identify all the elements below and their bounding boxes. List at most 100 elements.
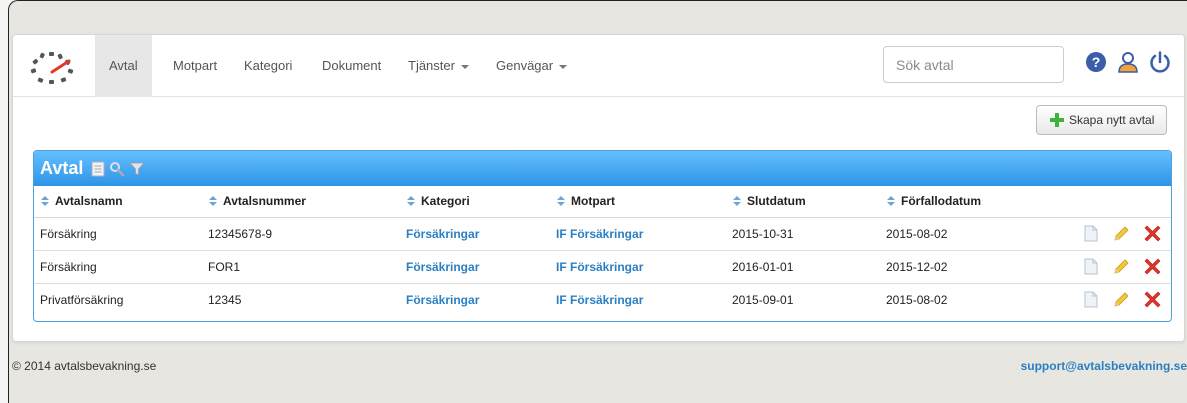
sort-icon (407, 196, 415, 207)
create-contract-button[interactable]: Skapa nytt avtal (1036, 105, 1167, 135)
help-icon[interactable]: ? (1085, 51, 1107, 73)
cell-text: FOR1 (208, 259, 241, 274)
gauge-logo-icon[interactable] (25, 47, 79, 87)
nav-item-genv-gar[interactable]: Genvägar (482, 35, 581, 97)
cell-text: Försäkring (40, 226, 97, 241)
cell-text: Privatförsäkring (40, 292, 124, 307)
column-header-label: Motpart (571, 194, 615, 209)
nav-item-label: Genvägar (496, 58, 554, 73)
cell-link[interactable]: Försäkringar (406, 227, 479, 241)
plus-icon (1050, 113, 1064, 127)
contracts-table: Avtalsnamn Avtalsnummer Kategori Motpart Slu… (34, 186, 1171, 316)
column-header-label: Avtalsnummer (223, 194, 306, 209)
table-cell: 2015-09-01 (726, 282, 880, 316)
row-actions (1036, 249, 1171, 283)
table-cell: Privatförsäkring (34, 282, 202, 316)
power-icon[interactable] (1149, 51, 1171, 73)
sort-icon (557, 196, 565, 207)
document-icon[interactable] (91, 161, 105, 177)
column-header-label: Avtalsnamn (55, 194, 123, 209)
column-header[interactable]: Avtalsnummer (202, 186, 400, 218)
nav-item-label: Kategori (244, 58, 293, 73)
column-header[interactable]: Kategori (400, 186, 550, 218)
table-cell: 2015-12-02 (880, 249, 1036, 283)
edit-icon[interactable] (1112, 258, 1130, 276)
column-header-label: Förfallodatum (901, 194, 981, 209)
column-header-label: Slutdatum (747, 194, 806, 209)
nav-item-motpart[interactable]: Motpart (159, 35, 231, 97)
table-cell: 2015-08-02 (880, 282, 1036, 316)
cell-link[interactable]: IF Försäkringar (556, 227, 643, 241)
table-cell[interactable]: IF Försäkringar (550, 282, 726, 316)
column-header[interactable]: Slutdatum (726, 186, 880, 218)
table-row[interactable]: Privatförsäkring 12345 Försäkringar IF Förs… (34, 282, 1171, 316)
table-cell: Försäkring (34, 216, 202, 250)
nav-item-dokument[interactable]: Dokument (308, 35, 395, 97)
filter-icon[interactable] (129, 161, 146, 177)
contracts-panel: Avtal Avtalsnamn Avtalsnummer Kategori Motp… (33, 150, 1172, 322)
delete-icon[interactable] (1144, 291, 1161, 308)
support-email-link[interactable]: support@avtalsbevakning.se (1021, 359, 1187, 373)
chevron-down-icon (559, 64, 568, 69)
nav-item-tj-nster[interactable]: Tjänster (394, 35, 483, 97)
view-icon[interactable] (1084, 258, 1098, 275)
svg-text:?: ? (1092, 54, 1101, 70)
cell-text: 12345 (208, 292, 242, 307)
nav-item-avtal[interactable]: Avtal (95, 35, 152, 97)
sort-icon (733, 196, 741, 207)
create-contract-label: Skapa nytt avtal (1069, 113, 1155, 127)
table-row[interactable]: Försäkring FOR1 Försäkringar IF Försäkringa… (34, 249, 1171, 283)
column-header[interactable]: Motpart (550, 186, 726, 218)
cell-link[interactable]: IF Försäkringar (556, 293, 643, 307)
view-icon[interactable] (1084, 225, 1098, 242)
cell-text: 2016-01-01 (732, 259, 794, 274)
cell-text: 2015-12-02 (886, 259, 948, 274)
row-actions (1036, 216, 1171, 250)
sort-icon (209, 196, 217, 207)
table-cell[interactable]: Försäkringar (400, 282, 550, 316)
actions-header (1036, 186, 1171, 218)
table-cell[interactable]: Försäkringar (400, 216, 550, 250)
delete-icon[interactable] (1144, 225, 1161, 242)
panel-title: Avtal (40, 158, 84, 178)
table-row[interactable]: Försäkring 12345678-9 Försäkringar IF Försä… (34, 216, 1171, 250)
cell-link[interactable]: IF Försäkringar (556, 260, 643, 274)
table-cell: 2016-01-01 (726, 249, 880, 283)
view-icon[interactable] (1084, 291, 1098, 308)
main-card: Avtal Motpart Kategori Dokument Tjänster Genv… (12, 34, 1185, 342)
column-header[interactable]: Avtalsnamn (34, 186, 202, 218)
table-cell: Försäkring (34, 249, 202, 283)
table-cell: 2015-10-31 (726, 216, 880, 250)
table-cell[interactable]: IF Försäkringar (550, 216, 726, 250)
sort-icon (887, 196, 895, 207)
cell-text: 2015-08-02 (886, 292, 948, 307)
row-actions (1036, 282, 1171, 316)
search-icon[interactable] (109, 161, 125, 177)
column-header[interactable]: Förfallodatum (880, 186, 1036, 218)
table-cell[interactable]: IF Försäkringar (550, 249, 726, 283)
cell-link[interactable]: Försäkringar (406, 293, 479, 307)
navbar: Avtal Motpart Kategori Dokument Tjänster Genv… (13, 35, 1184, 97)
cell-text: 2015-10-31 (732, 226, 794, 241)
cell-text: 2015-09-01 (732, 292, 794, 307)
cell-text: 12345678-9 (208, 226, 273, 241)
edit-icon[interactable] (1112, 225, 1130, 243)
delete-icon[interactable] (1144, 258, 1161, 275)
nav-item-label: Avtal (109, 58, 138, 73)
nav-item-label: Motpart (173, 58, 218, 73)
table-cell: 12345 (202, 282, 400, 316)
footer: © 2014 avtalsbevakning.se support@avtals… (12, 342, 1187, 388)
nav-item-label: Dokument (322, 58, 382, 73)
nav-item-kategori[interactable]: Kategori (230, 35, 306, 97)
table-cell: FOR1 (202, 249, 400, 283)
user-icon[interactable] (1117, 51, 1139, 73)
search-input[interactable] (883, 46, 1064, 83)
sort-icon (41, 196, 49, 207)
nav-item-label: Tjänster (408, 58, 455, 73)
table-cell[interactable]: Försäkringar (400, 249, 550, 283)
table-cell: 12345678-9 (202, 216, 400, 250)
copyright-text: © 2014 avtalsbevakning.se (12, 359, 157, 373)
edit-icon[interactable] (1112, 291, 1130, 309)
cell-link[interactable]: Försäkringar (406, 260, 479, 274)
column-header-label: Kategori (421, 194, 470, 209)
